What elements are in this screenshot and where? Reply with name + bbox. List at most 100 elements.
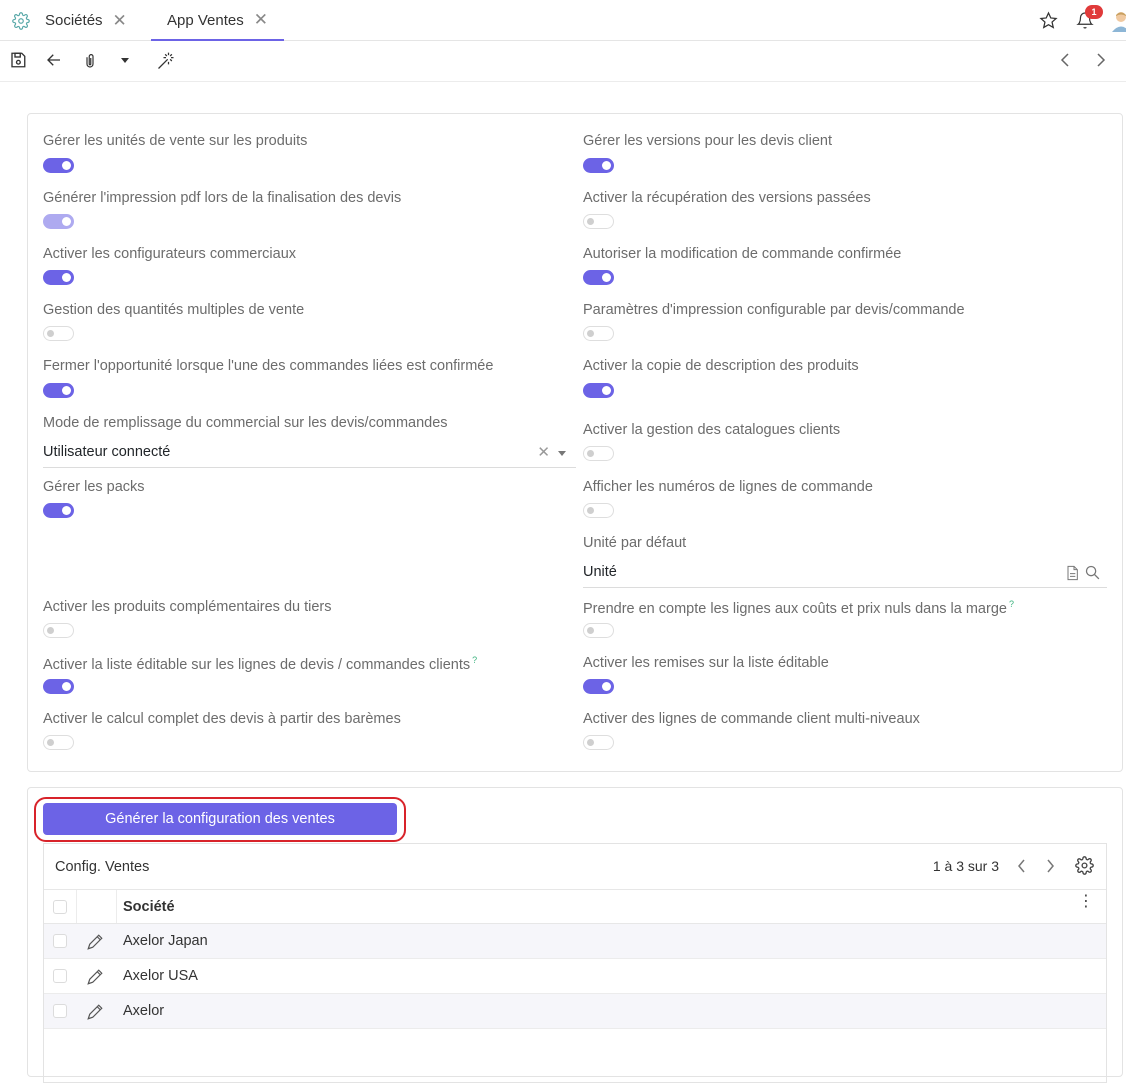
row-checkbox[interactable] [53, 1004, 67, 1018]
edit-icon[interactable] [86, 1003, 104, 1021]
field-multiple-qty: Gestion des quantités multiples de vente [43, 302, 305, 341]
gear-icon[interactable] [1075, 856, 1094, 875]
field-default-unit: Unité par défaut [583, 535, 686, 551]
table-row[interactable]: Axelor [44, 994, 1106, 1029]
toggle-switch[interactable] [583, 214, 614, 229]
field-label: Mode de remplissage du commercial sur le… [43, 415, 448, 431]
generate-config-button[interactable]: Générer la configuration des ventes [43, 803, 397, 835]
toggle-switch[interactable] [583, 326, 614, 341]
salesman-mode-select[interactable]: Utilisateur connecté ✕ [43, 444, 576, 468]
field-label: Fermer l'opportunité lorsque l'une des c… [43, 358, 494, 374]
field-label: Activer les remises sur la liste éditabl… [583, 655, 829, 671]
edit-icon[interactable] [86, 968, 104, 986]
field-copy-description: Activer la copie de description des prod… [583, 358, 859, 398]
field-label: Afficher les numéros de lignes de comman… [583, 479, 873, 495]
tab-societes[interactable]: Sociétés ✕ [12, 0, 127, 41]
table-row[interactable]: Axelor Japan [44, 924, 1106, 959]
toggle-switch[interactable] [43, 383, 74, 398]
toolbar [0, 41, 1126, 82]
toggle-switch[interactable] [583, 158, 614, 173]
toggle-switch[interactable] [43, 735, 74, 750]
tab-app-ventes[interactable]: App Ventes ✕ [151, 0, 284, 41]
next-page-icon[interactable] [1045, 859, 1055, 873]
toggle-switch[interactable] [43, 326, 74, 341]
toggle-switch[interactable] [583, 383, 614, 398]
save-icon[interactable] [9, 51, 27, 69]
field-editable-list-discounts: Activer les remises sur la liste éditabl… [583, 655, 829, 694]
field-editable-list: Activer la liste éditable sur les lignes… [43, 655, 478, 694]
help-icon[interactable]: ? [1009, 599, 1014, 609]
previous-record-icon[interactable] [1060, 53, 1072, 67]
previous-page-icon[interactable] [1017, 859, 1027, 873]
table-row[interactable]: Axelor USA [44, 959, 1106, 994]
toggle-switch[interactable] [583, 503, 614, 518]
field-label: Activer la gestion des catalogues client… [583, 422, 841, 438]
field-label: Autoriser la modification de commande co… [583, 246, 902, 262]
field-label: Paramètres d'impression configurable par… [583, 302, 965, 318]
chevron-down-icon[interactable] [121, 58, 129, 63]
toggle-switch[interactable] [43, 623, 74, 638]
field-label: Gérer les packs [43, 479, 145, 495]
search-icon[interactable] [1084, 564, 1101, 582]
select-all-checkbox[interactable] [53, 900, 67, 914]
grid-header: Société ⋮ [44, 889, 1106, 924]
cell-societe: Axelor Japan [123, 933, 208, 949]
field-past-versions: Activer la récupération des versions pas… [583, 190, 871, 229]
settings-panel [27, 113, 1123, 772]
toggle-switch[interactable] [583, 446, 614, 461]
cell-societe: Axelor USA [123, 968, 198, 984]
field-close-opportunity: Fermer l'opportunité lorsque l'une des c… [43, 358, 494, 398]
field-sale-units: Gérer les unités de vente sur les produi… [43, 133, 307, 173]
field-label: Activer le calcul complet des devis à pa… [43, 711, 401, 727]
avatar[interactable] [1110, 10, 1126, 32]
field-quote-versions: Gérer les versions pour les devis client [583, 133, 832, 173]
field-label: Gestion des quantités multiples de vente [43, 302, 305, 318]
toggle-switch[interactable] [583, 623, 614, 638]
magic-wand-icon[interactable] [156, 51, 176, 71]
grid-title: Config. Ventes [55, 859, 150, 875]
toggle-switch[interactable] [43, 214, 74, 229]
edit-icon[interactable] [86, 933, 104, 951]
toggle-switch[interactable] [583, 735, 614, 750]
field-packs: Gérer les packs [43, 479, 145, 518]
tab-label: Sociétés [45, 12, 103, 29]
field-label: Activer des lignes de commande client mu… [583, 711, 920, 727]
field-label: Activer la liste éditable sur les lignes… [43, 655, 478, 673]
back-arrow-icon[interactable] [45, 51, 63, 69]
close-icon[interactable]: ✕ [113, 11, 127, 31]
tab-bar: Sociétés ✕ App Ventes ✕ 1 [0, 0, 1126, 41]
field-label: Activer la récupération des versions pas… [583, 190, 871, 206]
tab-label: App Ventes [167, 11, 244, 29]
field-pdf-print: Générer l'impression pdf lors de la fina… [43, 190, 401, 229]
toggle-switch[interactable] [583, 270, 614, 285]
clear-icon[interactable]: ✕ [537, 443, 550, 461]
toggle-switch[interactable] [43, 679, 74, 694]
field-label: Prendre en compte les lignes aux coûts e… [583, 599, 1014, 617]
document-icon[interactable] [1064, 564, 1080, 582]
field-label: Activer les produits complémentaires du … [43, 599, 332, 615]
star-icon[interactable] [1039, 11, 1058, 30]
field-multi-level-lines: Activer des lignes de commande client mu… [583, 711, 920, 750]
input-value: Unité [583, 564, 617, 580]
toggle-switch[interactable] [583, 679, 614, 694]
toggle-switch[interactable] [43, 158, 74, 173]
cell-societe: Axelor [123, 1003, 165, 1019]
close-icon[interactable]: ✕ [254, 10, 268, 30]
next-record-icon[interactable] [1094, 53, 1106, 67]
field-modify-confirmed-order: Autoriser la modification de commande co… [583, 246, 902, 285]
config-grid: Config. Ventes 1 à 3 sur 3 Société ⋮ Axe… [43, 843, 1107, 1083]
notifications[interactable]: 1 [1076, 5, 1103, 30]
field-print-settings: Paramètres d'impression configurable par… [583, 302, 965, 341]
toggle-switch[interactable] [43, 270, 74, 285]
chevron-down-icon[interactable] [558, 451, 566, 456]
toggle-switch[interactable] [43, 503, 74, 518]
default-unit-input[interactable]: Unité [583, 564, 1107, 588]
row-checkbox[interactable] [53, 934, 67, 948]
column-header-societe[interactable]: Société [123, 899, 175, 915]
field-line-numbers: Afficher les numéros de lignes de comman… [583, 479, 873, 518]
column-menu-icon[interactable]: ⋮ [1078, 894, 1094, 910]
row-checkbox[interactable] [53, 969, 67, 983]
paperclip-icon[interactable] [81, 51, 99, 71]
notification-badge: 1 [1085, 5, 1103, 19]
help-icon[interactable]: ? [472, 655, 477, 665]
